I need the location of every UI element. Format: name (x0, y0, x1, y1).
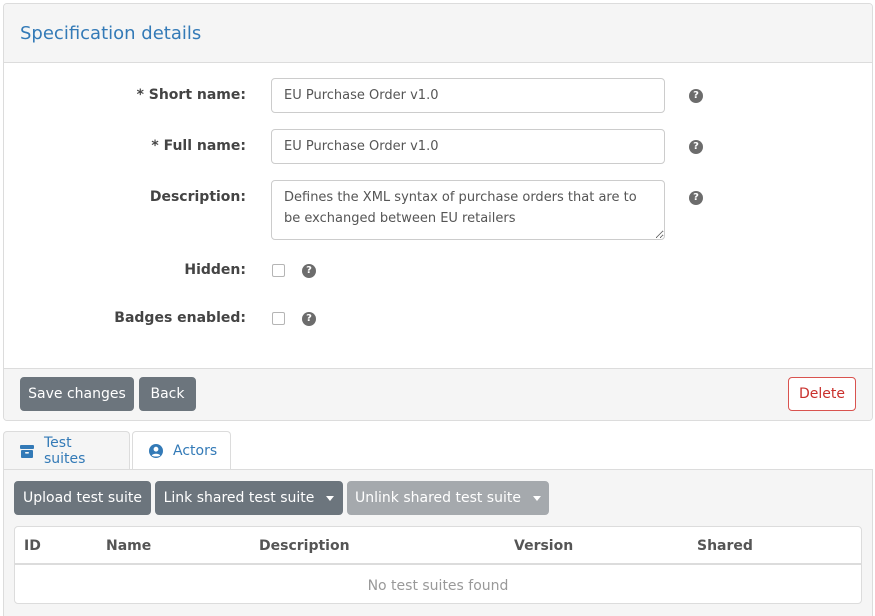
column-header-description[interactable]: Description (259, 527, 350, 565)
empty-table-message: No test suites found (367, 578, 509, 594)
column-header-name[interactable]: Name (106, 527, 151, 565)
caret-down-icon (532, 495, 541, 501)
description-help-icon[interactable]: ? (689, 191, 703, 205)
tab-test-suites[interactable]: Test suites (3, 431, 130, 470)
description-textarea[interactable]: Defines the XML syntax of purchase order… (271, 180, 665, 240)
card-footer: Save changes Back Delete (4, 368, 872, 420)
tab-actors-label: Actors (173, 443, 218, 459)
test-suites-panel: Upload test suite Link shared test suite… (3, 469, 873, 616)
hidden-checkbox[interactable] (272, 264, 285, 277)
card-header: Specification details (4, 4, 872, 63)
link-shared-test-suite-button[interactable]: Link shared test suite (155, 481, 343, 515)
full-name-row: * Full name: ? (4, 129, 872, 165)
badges-row: Badges enabled: ? (4, 309, 872, 329)
short-name-help-icon[interactable]: ? (689, 89, 703, 103)
short-name-label: * Short name: (136, 87, 246, 103)
column-header-id[interactable]: ID (24, 527, 41, 565)
description-row: Description: Defines the XML syntax of p… (4, 180, 872, 240)
delete-button[interactable]: Delete (788, 377, 856, 411)
badges-checkbox[interactable] (272, 312, 285, 325)
unlink-shared-test-suite-button[interactable]: Unlink shared test suite (347, 481, 549, 515)
page-title: Specification details (20, 22, 202, 44)
full-name-input[interactable] (271, 129, 665, 164)
archive-icon (20, 444, 34, 458)
hidden-label: Hidden: (184, 262, 246, 278)
tab-test-suites-label: Test suites (44, 435, 86, 467)
full-name-label: * Full name: (151, 138, 246, 154)
upload-test-suite-button[interactable]: Upload test suite (14, 481, 151, 515)
description-label: Description: (149, 189, 246, 205)
short-name-input[interactable] (271, 78, 665, 113)
table-header: ID Name Description Version Shared (15, 527, 861, 565)
tab-actors[interactable]: Actors (132, 431, 231, 470)
back-button[interactable]: Back (139, 377, 196, 411)
link-shared-test-suite-label: Link shared test suite (163, 490, 315, 506)
short-name-row: * Short name: ? (4, 78, 872, 114)
column-header-version[interactable]: Version (514, 527, 573, 565)
test-suites-table: ID Name Description Version Shared No te… (14, 526, 862, 604)
hidden-row: Hidden: ? (4, 261, 872, 281)
full-name-help-icon[interactable]: ? (689, 140, 703, 154)
user-circle-icon (149, 444, 163, 458)
column-header-shared[interactable]: Shared (697, 527, 753, 565)
specification-card: Specification details * Short name: ? * … (3, 3, 873, 421)
badges-label: Badges enabled: (114, 310, 246, 326)
unlink-shared-test-suite-label: Unlink shared test suite (355, 490, 521, 506)
badges-help-icon[interactable]: ? (302, 312, 316, 326)
caret-down-icon (326, 495, 335, 501)
hidden-help-icon[interactable]: ? (302, 264, 316, 278)
save-changes-button[interactable]: Save changes (20, 377, 134, 411)
